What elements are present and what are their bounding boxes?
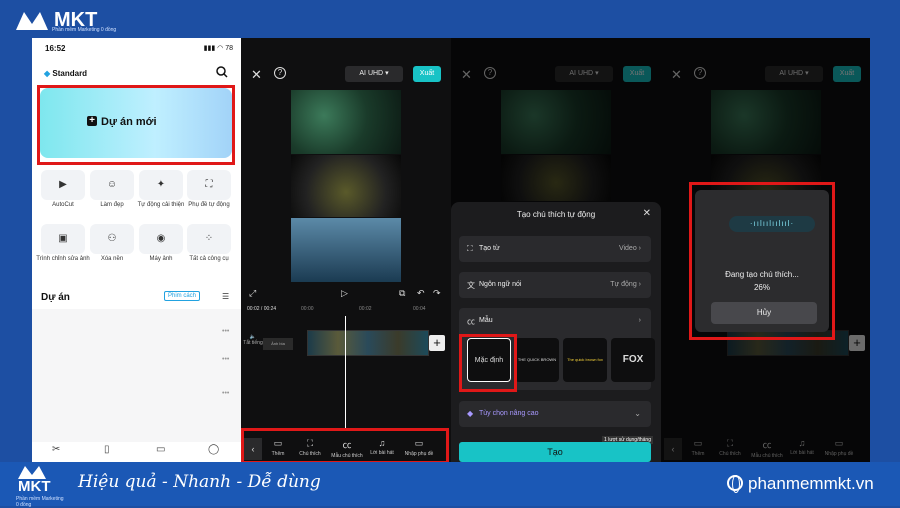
auto-caption-sheet: Tạo chú thích tự động ✕ ⛶ Tạo từ Video ›… bbox=[451, 202, 661, 462]
highlight-default-template bbox=[459, 334, 517, 392]
close-icon[interactable]: ✕ bbox=[643, 208, 651, 219]
mkt-logo-top: MKT Phần mềm Marketing 0 đồng bbox=[14, 6, 134, 34]
magic-wand-icon[interactable]: ✦ bbox=[139, 170, 183, 200]
time-total: 00:24 bbox=[263, 306, 277, 312]
highlight-toolbar bbox=[241, 428, 449, 464]
language-row[interactable]: 文 Ngôn ngữ nói Tự động › bbox=[459, 272, 651, 298]
highlight-progress bbox=[689, 182, 835, 340]
camera-icon[interactable]: ◉ bbox=[139, 224, 183, 254]
create-from-row[interactable]: ⛶ Tạo từ Video › bbox=[459, 236, 651, 262]
tool-label: Trình chỉnh sửa ảnh bbox=[36, 256, 90, 262]
plan-label: Standard bbox=[52, 69, 88, 78]
brand-tagline: Phần mềm Marketing 0 đồng bbox=[52, 27, 117, 33]
home-screen: 16:52 ▮▮▮ ◠ 78 ◆ Standard + Dự án mới ▶ ☺… bbox=[32, 38, 241, 462]
tool-label: Tất cả công cụ bbox=[189, 256, 229, 262]
tick-label: 00:00 bbox=[301, 306, 314, 312]
tool-label: Tự động cải thiện bbox=[137, 202, 185, 208]
time-current: 00:02 bbox=[247, 306, 260, 312]
video-preview-3 bbox=[291, 218, 401, 282]
more-icon[interactable]: ••• bbox=[222, 356, 229, 363]
plan-badge[interactable]: ◆ Standard bbox=[44, 69, 87, 78]
undo-icon[interactable]: ↶ bbox=[417, 288, 425, 299]
translate-icon: 文 bbox=[467, 281, 475, 290]
cc-icon: ㏄ bbox=[467, 317, 475, 326]
remove-bg-icon[interactable]: ⚇ bbox=[90, 224, 134, 254]
tool-label: Làm đẹp bbox=[100, 202, 124, 208]
play-icon[interactable]: ▷ bbox=[341, 288, 348, 299]
tool-label: AutoCut bbox=[52, 202, 74, 208]
project-list bbox=[32, 309, 241, 442]
keyframe-icon[interactable]: ⧉ bbox=[399, 288, 405, 299]
video-preview-1 bbox=[291, 90, 401, 154]
quality-dropdown[interactable]: AI UHD ▾ bbox=[345, 66, 403, 82]
advanced-options-row[interactable]: ◆ Tùy chọn nâng cao ⌄ bbox=[459, 401, 651, 427]
sheet-title: Tạo chú thích tự động bbox=[516, 210, 596, 219]
playhead[interactable] bbox=[345, 316, 346, 430]
status-icons: ▮▮▮ ◠ 78 bbox=[203, 45, 233, 52]
editor-screen: ✕ ? AI UHD ▾ Xuất ⤢ ▷ ⧉ ↶ ↷ 00:02 / 00:2… bbox=[241, 38, 451, 464]
beauty-icon[interactable]: ☺ bbox=[90, 170, 134, 200]
autocut-icon[interactable]: ▶ bbox=[41, 170, 85, 200]
auto-caption-screen: ✕ ? AI UHD ▾ Xuất Tạo chú thích tự động … bbox=[451, 38, 661, 462]
more-icon[interactable]: ••• bbox=[222, 328, 229, 335]
templates-icon[interactable]: ▯ bbox=[104, 444, 110, 455]
brand-name: MKT bbox=[18, 478, 51, 495]
help-icon[interactable]: ? bbox=[274, 67, 286, 79]
add-clip-button[interactable]: + bbox=[429, 335, 445, 351]
tick-label: 00:04 bbox=[413, 306, 426, 312]
diamond-icon: ◆ bbox=[467, 409, 474, 418]
chevron-right-icon[interactable]: › bbox=[639, 317, 641, 324]
sort-icon[interactable]: ☰ bbox=[222, 292, 229, 301]
video-preview-2 bbox=[291, 155, 401, 217]
scissors-icon[interactable]: ✂ bbox=[52, 444, 60, 455]
all-tools-icon[interactable]: ⁘ bbox=[187, 224, 231, 254]
highlight-new-project bbox=[37, 85, 235, 165]
timeline-ruler: 00:02 / 00:24 00:00 00:02 00:04 bbox=[247, 306, 426, 312]
editor-header: ✕ ? AI UHD ▾ Xuất bbox=[241, 66, 451, 84]
mkt-logo-icon bbox=[16, 12, 48, 30]
slogan: Hiệu quả - Nhanh - Dễ dùng bbox=[78, 472, 321, 492]
footer-banner: MKT Phần mềm Marketing 0 đồng Hiệu quả -… bbox=[0, 462, 900, 508]
template-3[interactable]: The quick brown fox bbox=[563, 338, 607, 382]
more-icon[interactable]: ••• bbox=[222, 390, 229, 397]
fullscreen-icon[interactable]: ⤢ bbox=[249, 288, 256, 299]
tick-label: 00:02 bbox=[359, 306, 372, 312]
tool-label: Máy ảnh bbox=[149, 256, 173, 262]
tool-label: Xóa nền bbox=[100, 256, 124, 262]
template-2[interactable]: THE QUICK BROWN FOX bbox=[515, 338, 559, 406]
projects-title: Dự án bbox=[41, 292, 70, 303]
website[interactable]: phanmemmkt.vn bbox=[748, 474, 874, 494]
scan-icon: ⛶ bbox=[467, 244, 473, 253]
chevron-down-icon: ⌄ bbox=[634, 409, 641, 418]
mkt-logo-bottom: MKT Phần mềm Marketing 0 đồng bbox=[10, 464, 65, 508]
mute-toggle[interactable]: 🔈 Tắt tiếng bbox=[243, 334, 263, 346]
video-clip[interactable] bbox=[307, 330, 429, 356]
generating-screen: ✕ ? AI UHD ▾ Xuất + ‹ ▭Thêm ⛶Chú thích ㏄… bbox=[661, 38, 870, 462]
close-icon[interactable]: ✕ bbox=[251, 67, 262, 83]
playback-controls: ⤢ ▷ ⧉ ↶ ↷ bbox=[241, 288, 451, 302]
folder-icon[interactable]: ▭ bbox=[156, 444, 165, 455]
redo-icon[interactable]: ↷ bbox=[433, 288, 441, 299]
profile-icon[interactable]: ◯ bbox=[208, 444, 219, 455]
status-time: 16:52 bbox=[45, 44, 66, 53]
globe-icon bbox=[727, 475, 743, 493]
template-4[interactable]: FOX bbox=[611, 338, 655, 382]
search-icon[interactable] bbox=[216, 66, 228, 78]
brand-tagline: Phần mềm Marketing 0 đồng bbox=[16, 496, 64, 508]
ad-badge[interactable]: Phim cách bbox=[164, 291, 201, 301]
auto-caption-icon[interactable]: ⛶ bbox=[187, 170, 231, 200]
create-button[interactable]: Tạo bbox=[459, 442, 651, 462]
photo-editor-icon[interactable]: ▣ bbox=[41, 224, 85, 254]
tool-label: Phụ đề tự động bbox=[188, 202, 230, 208]
cover-button[interactable]: Ảnh bìa bbox=[263, 338, 293, 350]
export-button[interactable]: Xuất bbox=[413, 66, 441, 82]
battery-level: 78 bbox=[225, 45, 233, 52]
diamond-icon: ◆ bbox=[44, 69, 51, 78]
